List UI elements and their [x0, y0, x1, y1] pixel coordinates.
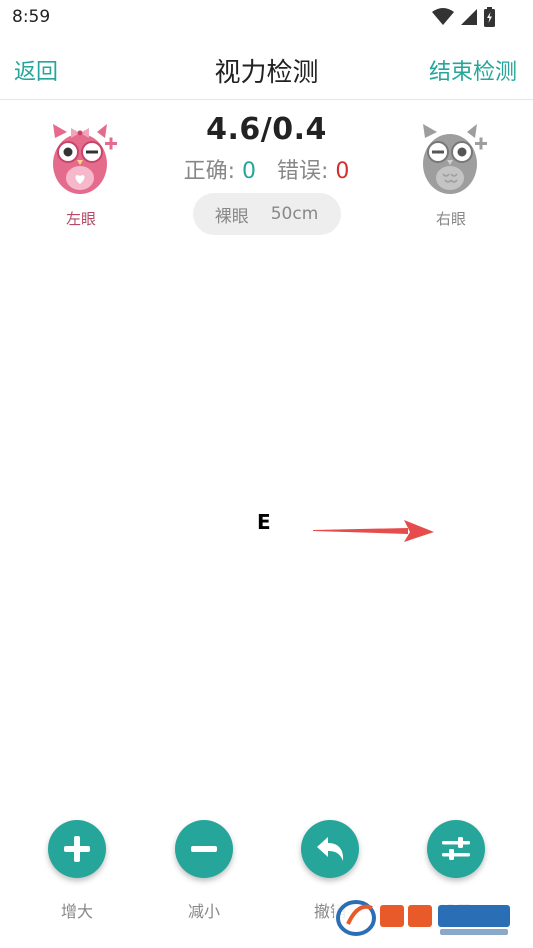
- status-icons: [432, 6, 495, 28]
- decrease-label: 减小: [187, 902, 220, 921]
- decrease-circle: [175, 820, 233, 878]
- right-eye-label: 右眼: [435, 210, 466, 228]
- increase-circle: [48, 820, 106, 878]
- cell-signal-icon: [461, 9, 477, 25]
- owl-gray-icon: [423, 124, 487, 194]
- score-line: 正确: 0 错误: 0: [160, 153, 373, 185]
- end-test-button[interactable]: 结束检测: [429, 54, 517, 86]
- test-mode: 裸眼: [214, 206, 249, 227]
- e-optotype: E: [257, 510, 271, 534]
- app-header: 返回 视力检测 结束检测: [0, 36, 533, 100]
- settings-circle: [427, 820, 485, 878]
- correct-label: 正确:: [183, 159, 235, 184]
- status-bar: 8:59: [0, 0, 533, 36]
- decrease-button[interactable]: 减小: [164, 820, 244, 922]
- swipe-right-arrow-icon: [313, 520, 434, 542]
- battery-charging-icon: [484, 7, 495, 27]
- wrong-count: 0: [335, 159, 350, 184]
- undo-icon: [317, 837, 344, 861]
- back-button[interactable]: 返回: [14, 54, 58, 86]
- test-mode-pill: 裸眼 50cm: [192, 193, 341, 235]
- test-area[interactable]: E: [0, 250, 533, 790]
- watermark-logo: [334, 898, 518, 938]
- left-eye-selector[interactable]: 左眼: [36, 120, 126, 229]
- undo-circle: [301, 820, 359, 878]
- correct-count: 0: [242, 159, 256, 184]
- right-eye-selector[interactable]: 右眼: [406, 120, 496, 229]
- vision-value: 4.6/0.4: [206, 112, 327, 147]
- test-distance: 50cm: [270, 204, 319, 224]
- wrong-label: 错误:: [276, 159, 329, 184]
- increase-label: 增大: [60, 902, 93, 921]
- plus-icon: [64, 836, 90, 862]
- status-time: 8:59: [12, 7, 51, 27]
- result-panel: 4.6/0.4 正确: 0 错误: 0 裸眼 50cm: [160, 112, 373, 235]
- left-eye-label: 左眼: [65, 210, 96, 228]
- wifi-icon: [432, 8, 454, 25]
- owl-pink-icon: [53, 124, 117, 194]
- sliders-icon: [442, 837, 470, 860]
- minus-icon: [191, 846, 217, 852]
- increase-button[interactable]: 增大: [37, 820, 117, 922]
